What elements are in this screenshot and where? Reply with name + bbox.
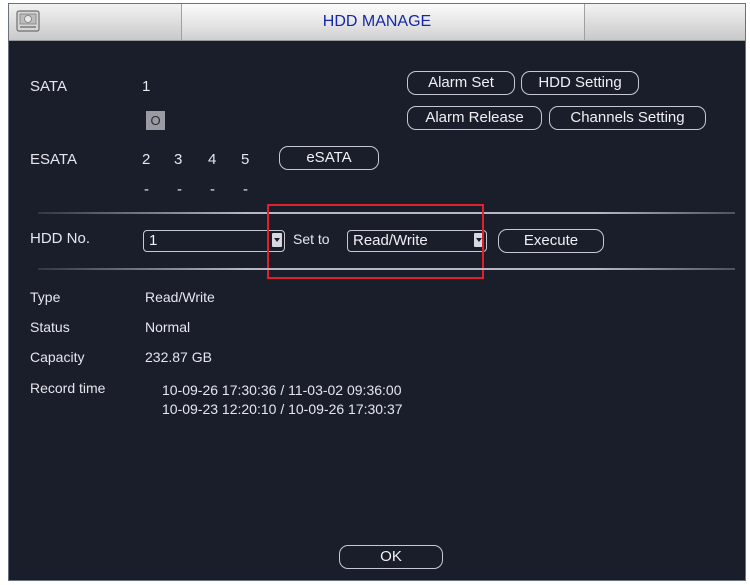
hdd-no-value: 1	[149, 232, 158, 249]
hdd-setting-button[interactable]: HDD Setting	[521, 71, 639, 95]
record-time-line: 10-09-26 17:30:36 / 11-03-02 09:36:00	[162, 382, 402, 398]
esata-label: ESATA	[30, 151, 77, 168]
hdd-no-select[interactable]: 1	[143, 230, 285, 252]
esata-slot-2: 2	[142, 151, 151, 168]
esata-indicator-5: -	[243, 181, 248, 198]
record-time-line: 10-09-23 12:20:10 / 10-09-26 17:30:37	[162, 401, 403, 417]
esata-indicator-3: -	[177, 181, 182, 198]
sata-slot-1: 1	[142, 78, 151, 95]
esata-slot-4: 4	[208, 151, 217, 168]
channels-setting-button[interactable]: Channels Setting	[549, 106, 706, 130]
divider-bottom	[38, 268, 735, 270]
esata-indicator-2: -	[144, 181, 149, 198]
esata-slot-5: 5	[241, 151, 250, 168]
sata-disk-1-indicator[interactable]: O	[146, 111, 165, 130]
capacity-label: Capacity	[30, 349, 85, 365]
type-label: Type	[30, 289, 61, 305]
hdd-no-label: HDD No.	[30, 230, 91, 247]
esata-indicator-4: -	[210, 181, 215, 198]
capacity-value: 232.87 GB	[145, 349, 212, 365]
title-bar: HDD MANAGE	[9, 4, 745, 41]
esata-slot-3: 3	[174, 151, 183, 168]
alarm-release-button[interactable]: Alarm Release	[407, 106, 542, 130]
record-time-label: Record time	[30, 380, 106, 396]
execute-button[interactable]: Execute	[498, 229, 604, 253]
esata-button[interactable]: eSATA	[279, 146, 379, 170]
window-title: HDD MANAGE	[322, 13, 432, 30]
type-value: Read/Write	[145, 289, 215, 305]
hdd-manage-window: HDD MANAGE SATA 1 O ESATA 2 3 4 5 - - - …	[8, 3, 746, 581]
alarm-set-button[interactable]: Alarm Set	[407, 71, 515, 95]
ok-button[interactable]: OK	[339, 545, 443, 569]
sata-label: SATA	[30, 78, 67, 95]
status-label: Status	[30, 319, 70, 335]
status-value: Normal	[145, 319, 191, 335]
